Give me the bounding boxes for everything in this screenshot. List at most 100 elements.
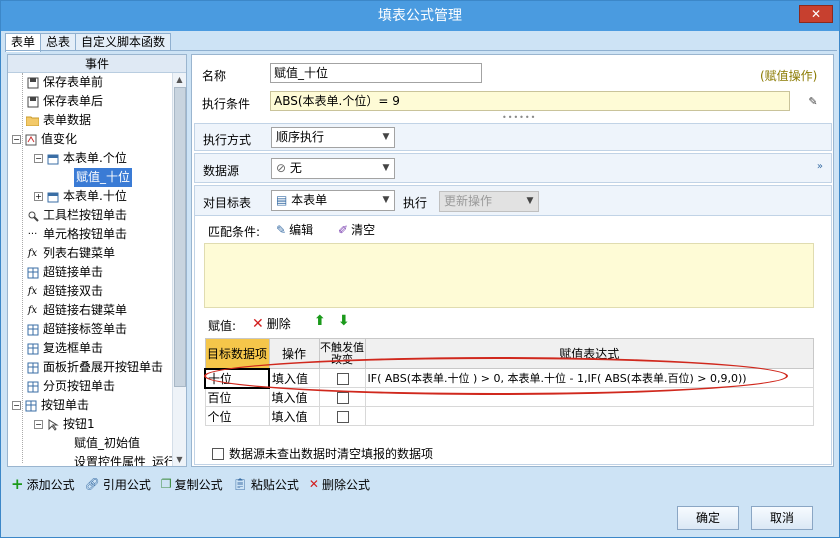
cell-op[interactable]: 填入值 xyxy=(268,387,320,407)
grid-icon xyxy=(26,266,39,279)
edit-button[interactable]: ✎ 编辑 xyxy=(276,221,313,238)
no-trigger-checkbox[interactable] xyxy=(337,391,349,404)
title-bar: 填表公式管理 ✕ xyxy=(1,1,839,31)
tree-item[interactable]: + 本表单.十位 xyxy=(34,187,127,206)
tree-item[interactable]: fx 超链接右键菜单 xyxy=(26,301,127,320)
reference-formula-button[interactable]: 🔗︎ 引用公式 xyxy=(85,475,151,493)
tree-item[interactable]: 保存表单后 xyxy=(26,92,103,111)
eraser-icon: ✐ xyxy=(338,222,349,237)
event-tree-panel: 事件 保存表单前 保存表单后 表单数据 − 值变化 − 本表单.个位 赋值_十位… xyxy=(7,54,187,467)
clear-on-empty-checkbox[interactable] xyxy=(212,447,224,460)
datasource-select[interactable]: ⊘ 无 ▼ xyxy=(271,158,395,179)
tree-item-selected[interactable]: 赋值_十位 xyxy=(74,168,133,187)
tree-item[interactable]: − 按钮单击 xyxy=(12,396,89,415)
tree-item[interactable]: 面板折叠展开按钮单击 xyxy=(26,358,163,377)
expression-editor-icon[interactable]: ✎ xyxy=(804,93,822,111)
cell-op[interactable]: 填入值 xyxy=(268,406,320,426)
name-input[interactable]: 赋值_十位 xyxy=(270,63,482,83)
cell-op[interactable]: 填入值 xyxy=(268,368,320,388)
cancel-button[interactable]: 取消 xyxy=(751,506,813,530)
exec-mode-value: 顺序执行 xyxy=(276,130,325,144)
expand-icon[interactable]: + xyxy=(34,192,43,201)
cell-target[interactable]: 百位 xyxy=(204,387,270,407)
scroll-thumb[interactable] xyxy=(174,87,186,387)
collapse-icon[interactable]: − xyxy=(34,420,43,429)
move-down-icon[interactable]: ⬇ xyxy=(338,313,350,329)
condition-input[interactable]: ABS(本表单.个位）= 9 xyxy=(270,91,790,111)
datasource-value: 无 xyxy=(289,161,302,175)
cell-target[interactable]: 个位 xyxy=(204,406,270,426)
target-table-select[interactable]: ▤ 本表单 ▼ xyxy=(271,190,395,211)
tree-item[interactable]: 设置控件属性_运行 xyxy=(74,453,176,466)
collapse-icon[interactable]: − xyxy=(12,135,21,144)
cell-expression[interactable]: IF( ABS(本表单.十位 ) > 0, 本表单.十位 - 1,IF( ABS… xyxy=(364,368,814,388)
expand-double-chevron-icon[interactable]: » xyxy=(817,161,823,172)
no-trigger-checkbox[interactable] xyxy=(337,410,349,423)
grid-icon xyxy=(26,323,39,336)
tree-item[interactable]: fx 列表右键菜单 xyxy=(26,244,115,263)
tree-item[interactable]: ··· 单元格按钮单击 xyxy=(26,225,127,244)
cell-expression[interactable] xyxy=(364,406,814,426)
tree-item[interactable]: 表单数据 xyxy=(26,111,91,130)
tree-item[interactable]: − 值变化 xyxy=(12,130,77,149)
target-table-value: 本表单 xyxy=(291,193,328,207)
clear-button[interactable]: ✐ 清空 xyxy=(338,221,375,238)
dialog-window: 填表公式管理 ✕ 表单 总表 自定义脚本函数 事件 保存表单前 保存表单后 表单… xyxy=(0,0,840,538)
collapse-icon[interactable]: − xyxy=(34,154,43,163)
datasource-label: 数据源 xyxy=(203,164,240,178)
paste-icon: 📋︎ xyxy=(232,477,248,491)
name-label: 名称 xyxy=(202,69,227,83)
ok-button[interactable]: 确定 xyxy=(677,506,739,530)
tree-item[interactable]: 复选框单击 xyxy=(26,339,103,358)
chevron-down-icon: ▼ xyxy=(382,132,390,142)
tree-item[interactable]: 保存表单前 xyxy=(26,73,103,92)
chevron-down-icon: ▼ xyxy=(382,195,390,205)
col-header-expression[interactable]: 赋值表达式 xyxy=(364,338,814,369)
cell-target[interactable]: 十位 xyxy=(204,367,270,389)
tab-summary[interactable]: 总表 xyxy=(40,33,77,51)
formula-toolbar: + 添加公式 🔗︎ 引用公式 ❐ 复制公式 📋︎ 粘贴公式 ✕ 删除公式 xyxy=(11,475,370,493)
exec-action-select[interactable]: 更新操作 ▼ xyxy=(439,191,539,212)
cursor-icon xyxy=(46,418,59,431)
table-row[interactable]: 十位 填入值 IF( ABS(本表单.十位 ) > 0, 本表单.十位 - 1,… xyxy=(204,367,814,389)
col-header-no-trigger[interactable]: 不触发值改变 xyxy=(318,338,366,369)
save-icon xyxy=(26,95,39,108)
event-tree-header: 事件 xyxy=(8,55,186,73)
exec-mode-select[interactable]: 顺序执行 ▼ xyxy=(271,127,395,148)
scroll-up-icon[interactable]: ▲ xyxy=(173,73,186,86)
collapse-icon[interactable]: − xyxy=(12,401,21,410)
tree-item[interactable]: 超链接单击 xyxy=(26,263,103,282)
tab-custom-script[interactable]: 自定义脚本函数 xyxy=(75,33,172,51)
col-header-op[interactable]: 操作 xyxy=(268,338,320,369)
delete-formula-button[interactable]: ✕ 删除公式 xyxy=(309,475,370,493)
col-header-target[interactable]: 目标数据项 xyxy=(204,338,270,369)
table-row[interactable]: 百位 填入值 xyxy=(204,387,814,407)
exec-action-value: 更新操作 xyxy=(444,194,493,208)
tree-item[interactable]: − 按钮1 xyxy=(34,415,95,434)
tree-item[interactable]: 工具栏按钮单击 xyxy=(26,206,127,225)
tree-item[interactable]: 赋值_初始值 xyxy=(74,434,140,453)
add-formula-button[interactable]: + 添加公式 xyxy=(11,475,75,493)
table-row[interactable]: 个位 填入值 xyxy=(204,406,814,426)
datasource-section: 数据源 ⊘ 无 ▼ » xyxy=(194,153,832,183)
copy-formula-button[interactable]: ❐ 复制公式 xyxy=(161,475,223,493)
close-button[interactable]: ✕ xyxy=(799,5,833,23)
form-table-icon: ▤ xyxy=(276,193,288,207)
match-condition-area[interactable] xyxy=(204,243,814,308)
delete-row-button[interactable]: ✕ 删除 xyxy=(252,315,291,332)
clear-on-empty-option[interactable]: 数据源未查出数据时清空填报的数据项 xyxy=(212,445,433,462)
function-icon: fx xyxy=(27,248,38,259)
tree-item[interactable]: − 本表单.个位 xyxy=(34,149,127,168)
move-up-icon[interactable]: ⬆ xyxy=(314,313,326,329)
paste-formula-button[interactable]: 📋︎ 粘贴公式 xyxy=(233,475,299,493)
scroll-down-icon[interactable]: ▼ xyxy=(173,453,186,466)
tree-item[interactable]: 分页按钮单击 xyxy=(26,377,115,396)
window-title: 填表公式管理 xyxy=(378,8,462,24)
splitter-handle[interactable]: •••••• xyxy=(502,113,536,122)
tree-item[interactable]: fx 超链接双击 xyxy=(26,282,103,301)
tree-scrollbar[interactable]: ▲ ▼ xyxy=(172,73,186,466)
no-trigger-checkbox[interactable] xyxy=(337,372,349,385)
cell-expression[interactable] xyxy=(364,387,814,407)
tree-item[interactable]: 超链接标签单击 xyxy=(26,320,127,339)
grid-icon xyxy=(26,361,39,374)
